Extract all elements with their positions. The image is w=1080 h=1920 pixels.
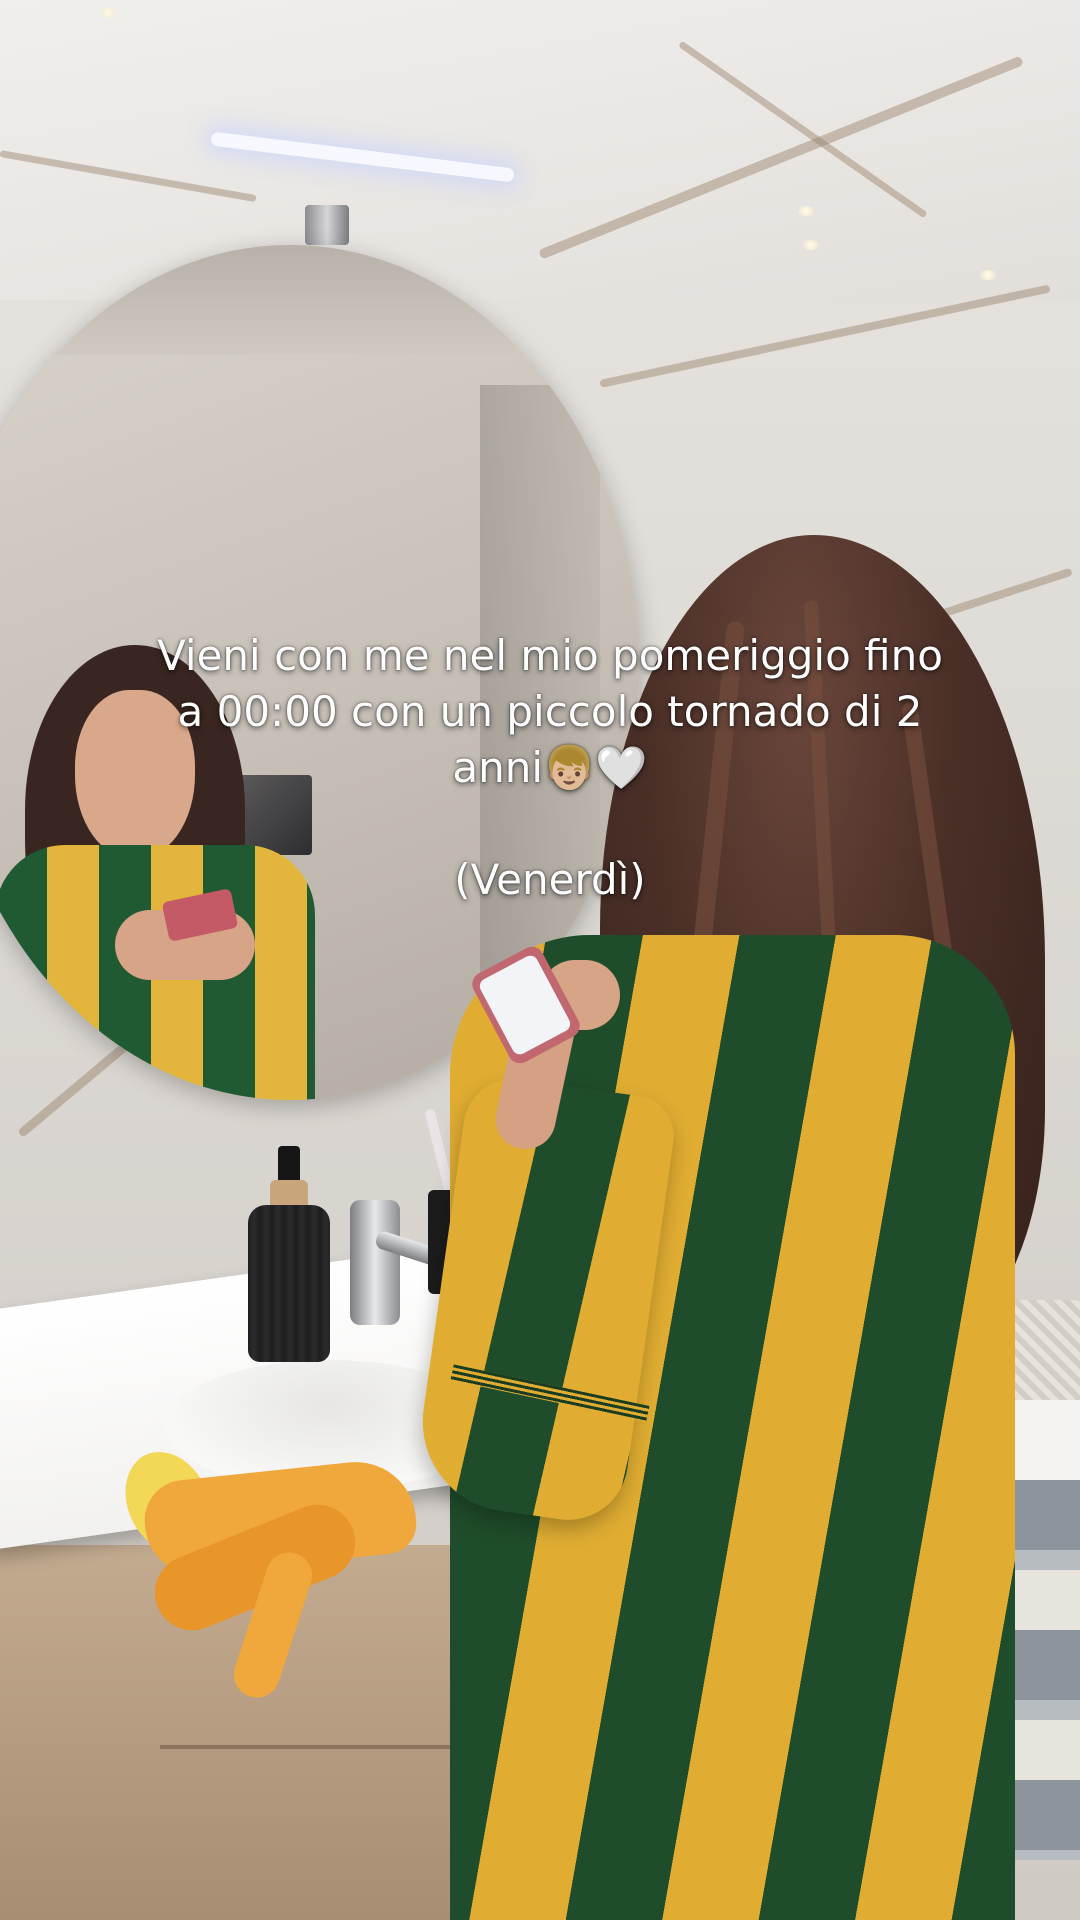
ceiling-spotlight [798,206,814,216]
video-caption: Vieni con me nel mio pomeriggio fino a 0… [90,628,1010,908]
ceiling-spotlight [803,240,819,250]
mirror-reflected-ceiling [0,245,640,355]
ceiling-spotlight [980,270,996,280]
caption-line-1: Vieni con me nel mio pomeriggio fino [157,631,943,680]
lamp-mount [305,205,349,245]
soap-dispenser [248,1205,330,1362]
video-frame: Vieni con me nel mio pomeriggio fino a 0… [0,0,1080,1920]
caption-line-3: anni👦🏼🤍 [452,743,648,792]
faucet [350,1200,400,1325]
caption-day: (Venerdì) [454,855,646,904]
ceiling-spotlight [100,8,116,18]
caption-line-2: a 00:00 con un piccolo tornado di 2 [177,687,923,736]
